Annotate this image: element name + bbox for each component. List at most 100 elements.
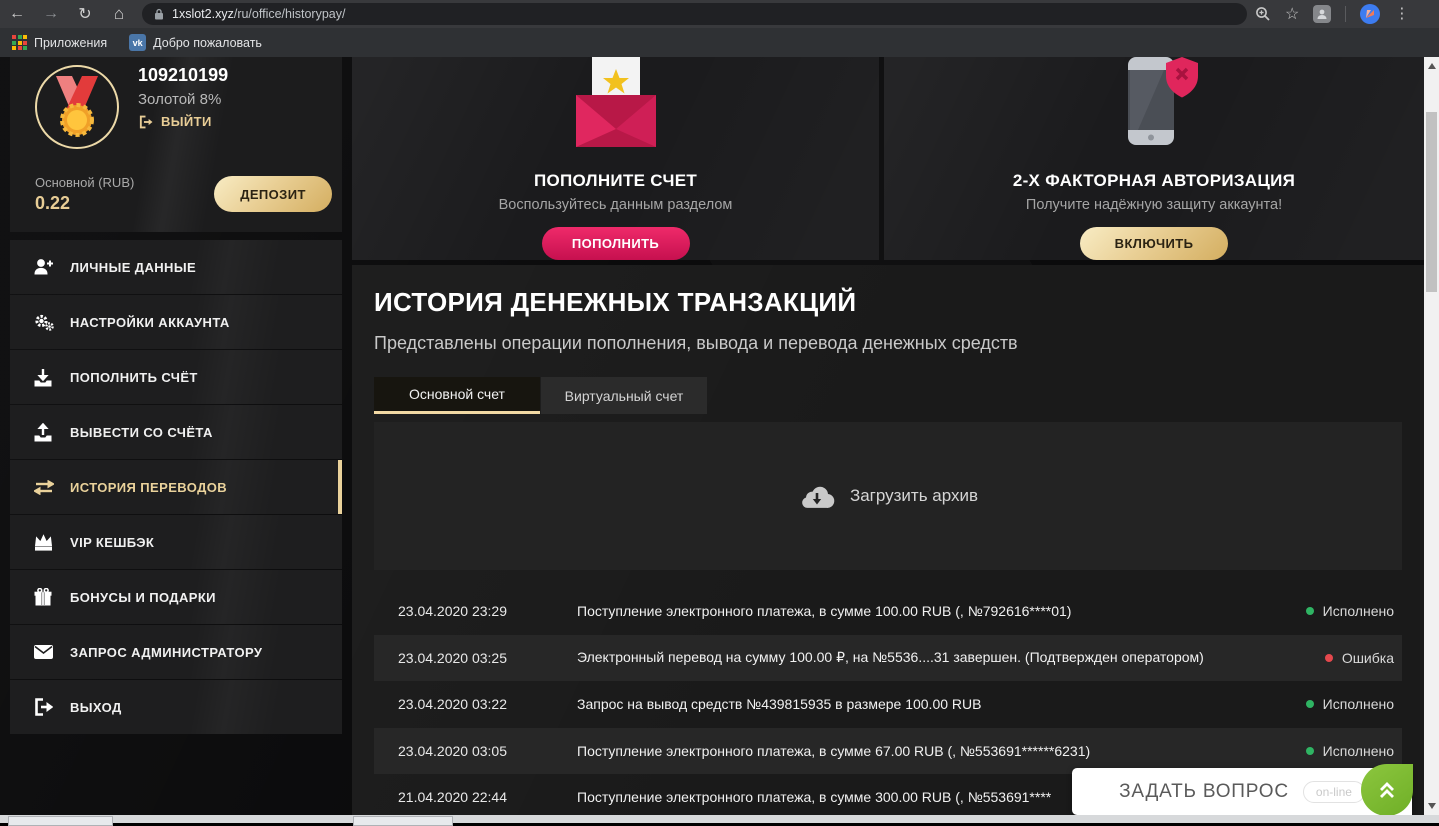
extension-icon[interactable] (1313, 5, 1331, 23)
tx-date: 23.04.2020 03:22 (398, 696, 577, 712)
promo-subtitle: Получите надёжную защиту аккаунта! (1026, 197, 1282, 213)
apps-grid-icon (12, 35, 27, 50)
table-row[interactable]: 23.04.2020 03:25 Электронный перевод на … (374, 635, 1402, 682)
status-label: Исполнено (1323, 603, 1394, 619)
vk-icon: vk (129, 34, 146, 51)
tab-virtual-account[interactable]: Виртуальный счет (541, 377, 707, 414)
tx-description: Электронный перевод на сумму 100.00 ₽, н… (577, 649, 1313, 666)
sidebar-item-admin-request[interactable]: ЗАПРОС АДМИНИСТРАТОРУ (10, 625, 342, 679)
account-tabs: Основной счет Виртуальный счет (374, 377, 707, 414)
sidebar-item-exit[interactable]: ВЫХОД (10, 680, 342, 734)
sidebar-item-vip-cashback[interactable]: VIP КЕШБЭК (10, 515, 342, 569)
crown-icon (34, 532, 56, 552)
logout-icon (138, 115, 153, 129)
chat-question-label: ЗАДАТЬ ВОПРОС (1119, 781, 1289, 803)
sidebar-item-personal-data[interactable]: ЛИЧНЫЕ ДАННЫЕ (10, 240, 342, 294)
status-badge: Ошибка (1313, 650, 1394, 666)
chat-online-badge: on-line (1303, 781, 1365, 803)
tab-main-account[interactable]: Основной счет (374, 377, 540, 414)
zoom-icon[interactable] (1255, 6, 1271, 22)
sidebar-item-top-up[interactable]: ПОПОЛНИТЬ СЧЁТ (10, 350, 342, 404)
profile-avatar[interactable] (1360, 4, 1380, 24)
sidebar-item-transfer-history[interactable]: ИСТОРИЯ ПЕРЕВОДОВ (10, 460, 342, 514)
bottom-scrollbar-strip[interactable] (0, 815, 1439, 823)
tx-description: Поступление электронного платежа, в сумм… (577, 743, 1294, 759)
status-dot-icon (1325, 654, 1333, 662)
cloud-download-icon (798, 483, 836, 510)
envelope-star-icon (574, 57, 658, 147)
status-dot-icon (1306, 607, 1314, 615)
address-bar[interactable]: 1xslot2.xyz/ru/office/historypay/ (142, 3, 1247, 25)
balance-amount: 0.22 (35, 193, 70, 214)
gears-icon (34, 312, 56, 332)
browser-toolbar: ← → ↻ ⌂ 1xslot2.xyz/ru/office/historypay… (0, 0, 1439, 28)
bottom-strip-segment (353, 816, 453, 826)
status-badge: Исполнено (1294, 603, 1394, 619)
deposit-button[interactable]: ДЕПОЗИТ (214, 176, 332, 212)
status-label: Исполнено (1323, 743, 1394, 759)
chat-open-button[interactable] (1361, 764, 1413, 816)
tx-description: Поступление электронного платежа, в сумм… (577, 603, 1294, 619)
status-dot-icon (1306, 700, 1314, 708)
sidebar-item-withdraw[interactable]: ВЫВЕСТИ СО СЧЁТА (10, 405, 342, 459)
sidebar-item-label: БОНУСЫ И ПОДАРКИ (70, 590, 216, 605)
vertical-scrollbar[interactable] (1424, 57, 1439, 815)
gift-icon (34, 587, 56, 607)
exit-icon (34, 697, 56, 717)
promo-title: 2-Х ФАКТОРНАЯ АВТОРИЗАЦИЯ (1013, 171, 1295, 191)
tx-date: 23.04.2020 23:29 (398, 603, 577, 619)
deposit-download-icon (34, 367, 56, 387)
lock-icon (154, 8, 164, 20)
download-archive-button[interactable]: Загрузить архив (374, 422, 1402, 570)
status-label: Исполнено (1323, 696, 1394, 712)
logout-link[interactable]: ВЫЙТИ (138, 114, 212, 129)
transfer-arrows-icon (34, 477, 56, 497)
logout-label: ВЫЙТИ (161, 114, 212, 129)
sidebar-item-label: ВЫХОД (70, 700, 122, 715)
reload-icon[interactable]: ↻ (68, 4, 102, 24)
status-dot-icon (1306, 747, 1314, 755)
bookmarks-bar: Приложения vk Добро пожаловать (0, 28, 1439, 57)
sidebar-item-label: ПОПОЛНИТЬ СЧЁТ (70, 370, 198, 385)
bookmark-label: Приложения (34, 36, 107, 50)
user-card: 109210199 Золотой 8% ВЫЙТИ Основной (RUB… (10, 57, 342, 232)
bookmark-vk[interactable]: vk Добро пожаловать (129, 34, 262, 51)
table-row[interactable]: 23.04.2020 23:29 Поступление электронног… (374, 588, 1402, 635)
withdraw-upload-icon (34, 422, 56, 442)
toolbar-separator (1345, 6, 1346, 22)
back-icon[interactable]: ← (0, 5, 34, 23)
menu-dots-icon[interactable]: ⋮ (1394, 9, 1409, 19)
page-title: ИСТОРИЯ ДЕНЕЖНЫХ ТРАНЗАКЦИЙ (374, 287, 856, 318)
bottom-strip-segment (8, 816, 113, 826)
status-label: Ошибка (1342, 650, 1394, 666)
transactions-panel: ИСТОРИЯ ДЕНЕЖНЫХ ТРАНЗАКЦИЙ Представлены… (352, 265, 1424, 823)
bookmark-apps[interactable]: Приложения (12, 35, 107, 50)
avatar (35, 65, 119, 149)
promo-card-top-up: ПОПОЛНИТЕ СЧЕТ Воспользуйтесь данным раз… (352, 57, 879, 260)
status-badge: Исполнено (1294, 696, 1394, 712)
balance-account-label: Основной (RUB) (35, 175, 134, 190)
promo-subtitle: Воспользуйтесь данным разделом (499, 197, 733, 213)
scroll-up-icon[interactable] (1428, 63, 1436, 69)
enable-2fa-button[interactable]: ВКЛЮЧИТЬ (1080, 227, 1228, 260)
bookmark-star-icon[interactable]: ☆ (1285, 4, 1299, 24)
sidebar-item-label: ЗАПРОС АДМИНИСТРАТОРУ (70, 645, 262, 660)
top-up-button[interactable]: ПОПОЛНИТЬ (542, 227, 690, 260)
forward-icon[interactable]: → (34, 5, 68, 23)
sidebar-item-label: НАСТРОЙКИ АККАУНТА (70, 315, 230, 330)
user-level: Золотой 8% (138, 91, 221, 108)
scroll-down-icon[interactable] (1428, 803, 1436, 809)
tx-date: 23.04.2020 03:25 (398, 650, 577, 666)
sidebar-item-account-settings[interactable]: НАСТРОЙКИ АККАУНТА (10, 295, 342, 349)
sidebar-menu: ЛИЧНЫЕ ДАННЫЕ НАСТРОЙКИ АККАУНТА ПОПОЛНИ… (10, 240, 342, 735)
download-archive-label: Загрузить архив (850, 486, 978, 506)
tx-date: 23.04.2020 03:05 (398, 743, 577, 759)
sidebar-item-label: ИСТОРИЯ ПЕРЕВОДОВ (70, 480, 227, 495)
home-icon[interactable]: ⌂ (102, 4, 136, 24)
phone-shield-icon (1108, 57, 1200, 147)
table-row[interactable]: 23.04.2020 03:22 Запрос на вывод средств… (374, 681, 1402, 728)
scrollbar-thumb[interactable] (1426, 112, 1437, 292)
sidebar-item-bonuses[interactable]: БОНУСЫ И ПОДАРКИ (10, 570, 342, 624)
sidebar-item-label: ВЫВЕСТИ СО СЧЁТА (70, 425, 213, 440)
page-subtitle: Представлены операции пополнения, вывода… (374, 333, 1018, 354)
